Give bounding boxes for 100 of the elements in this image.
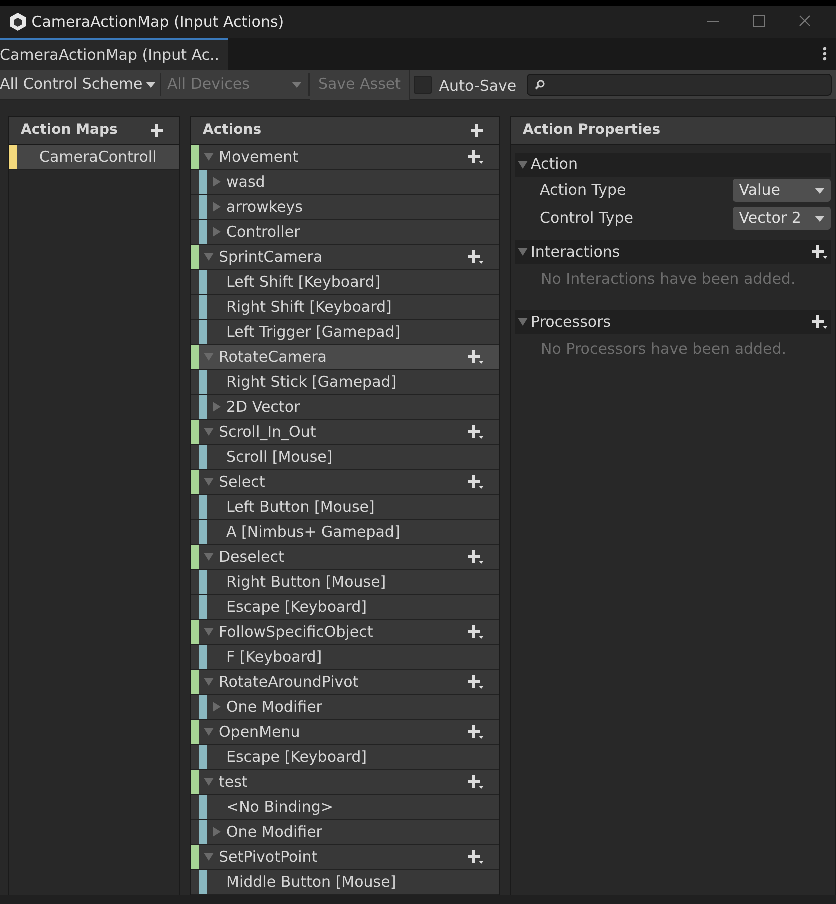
action-row[interactable]: Deselect [191,545,499,570]
action-row[interactable]: Select [191,470,499,495]
expanded-arrow-icon[interactable] [204,253,214,261]
add-dropdown-icon[interactable] [466,849,484,865]
binding-row[interactable]: Left Trigger [Gamepad] [191,320,499,345]
action-row[interactable]: OpenMenu [191,720,499,745]
control-scheme-dropdown[interactable]: All Control Scheme [0,73,160,96]
field-label: Action Type [540,180,626,202]
composite-binding-row[interactable]: One Modifier [191,695,499,720]
action-name: RotateCamera [219,346,328,368]
empty-message: No Processors have been added. [540,339,788,360]
expanded-arrow-icon[interactable] [204,428,214,436]
expanded-arrow-icon[interactable] [204,853,214,861]
action-row[interactable]: RotateAroundPivot [191,670,499,695]
binding-row[interactable]: Escape [Keyboard] [191,745,499,770]
expanded-arrow-icon[interactable] [518,318,528,326]
cube-logo-icon [8,12,28,32]
action-name: FollowSpecificObject [219,622,374,643]
add-dropdown-icon[interactable] [810,244,828,260]
expanded-arrow-icon[interactable] [518,248,528,256]
add-dropdown-icon[interactable] [466,424,484,440]
action-row[interactable]: Scroll_In_Out [191,420,499,445]
binding-name: Left Button [Mouse] [226,496,375,518]
expanded-arrow-icon[interactable] [204,553,214,561]
collapsed-arrow-icon[interactable] [212,177,220,187]
add-dropdown-icon[interactable] [466,674,484,690]
binding-row[interactable]: Left Button [Mouse] [191,495,499,520]
expanded-arrow-icon[interactable] [204,478,214,486]
binding-name: Escape [Keyboard] [226,746,367,768]
expanded-arrow-icon[interactable] [204,778,214,786]
action-row[interactable]: test [191,770,499,795]
close-icon[interactable] [799,14,811,27]
expanded-arrow-icon[interactable] [204,728,214,736]
caret-icon [146,82,156,88]
expanded-arrow-icon[interactable] [204,353,214,361]
collapsed-arrow-icon[interactable] [212,402,220,412]
action-name: SetPivotPoint [219,846,319,868]
add-dropdown-icon[interactable] [466,474,484,490]
composite-binding-row[interactable]: One Modifier [191,820,499,845]
maximize-icon[interactable] [753,14,765,27]
auto-save-checkbox[interactable] [414,76,432,94]
binding-name: One Modifier [226,822,322,843]
binding-name: Right Button [Mouse] [226,572,386,593]
add-dropdown-icon[interactable] [466,249,484,265]
add-dropdown-icon[interactable] [466,149,484,165]
collapsed-arrow-icon[interactable] [212,702,220,712]
search-field[interactable] [526,74,832,96]
add-dropdown-icon[interactable] [466,549,484,565]
binding-row[interactable]: Right Shift [Keyboard] [191,295,499,320]
caret-icon [815,188,826,194]
action-row[interactable]: FollowSpecificObject [191,620,499,645]
section-title: Action [531,154,579,176]
collapsed-arrow-icon[interactable] [212,202,220,212]
action-row[interactable]: SetPivotPoint [191,845,499,870]
composite-binding-row[interactable]: arrowkeys [191,195,499,220]
expanded-arrow-icon[interactable] [518,160,528,168]
composite-binding-row[interactable]: Controller [191,220,499,245]
binding-row[interactable]: Right Stick [Gamepad] [191,370,499,395]
binding-row[interactable]: A [Nimbus+ Gamepad] [191,520,499,545]
binding-name: Middle Button [Mouse] [226,872,396,893]
field-label: Control Type [540,208,634,230]
action-name: OpenMenu [219,722,302,743]
panel-title: Action Maps [21,121,118,140]
binding-name: 2D Vector [226,396,300,418]
expanded-arrow-icon[interactable] [204,153,214,161]
binding-row[interactable]: Left Shift [Keyboard] [191,270,499,295]
collapsed-arrow-icon[interactable] [212,227,220,237]
action-row[interactable]: SprintCamera [191,245,499,270]
binding-row[interactable]: Middle Button [Mouse] [191,870,499,895]
editor-tab[interactable]: CameraActionMap (Input Ac.. [0,38,228,70]
action-row[interactable]: RotateCamera [191,345,499,370]
action-name: SprintCamera [219,246,324,268]
more-options-icon[interactable] [822,46,828,62]
action-row[interactable]: Movement [191,145,499,170]
binding-name: Left Shift [Keyboard] [226,272,381,293]
composite-binding-row[interactable]: 2D Vector [191,395,499,420]
binding-row[interactable]: <No Binding> [191,795,499,820]
type-dropdown[interactable]: Vector 2 [733,207,832,230]
binding-row[interactable]: Right Button [Mouse] [191,570,499,595]
add-dropdown-icon[interactable] [810,314,828,330]
auto-save-label: Auto-Save [439,76,517,98]
action-name: RotateAroundPivot [219,672,360,693]
binding-name: F [Keyboard] [226,646,322,668]
type-dropdown[interactable]: Value [733,179,832,202]
add-dropdown-icon[interactable] [466,724,484,740]
add-dropdown-icon[interactable] [466,624,484,640]
binding-row[interactable]: Scroll [Mouse] [191,445,499,470]
composite-binding-row[interactable]: wasd [191,170,499,195]
binding-row[interactable]: Escape [Keyboard] [191,595,499,620]
expanded-arrow-icon[interactable] [204,628,214,636]
expanded-arrow-icon[interactable] [204,678,214,686]
add-dropdown-icon[interactable] [466,349,484,365]
section-title: Interactions [531,242,622,263]
binding-row[interactable]: F [Keyboard] [191,645,499,670]
collapsed-arrow-icon[interactable] [212,827,220,837]
action-name: Select [219,472,266,493]
panel-title: Actions [203,121,262,140]
search-icon [535,80,546,90]
action-map-item[interactable]: CameraControll [9,145,179,170]
add-dropdown-icon[interactable] [466,774,484,790]
